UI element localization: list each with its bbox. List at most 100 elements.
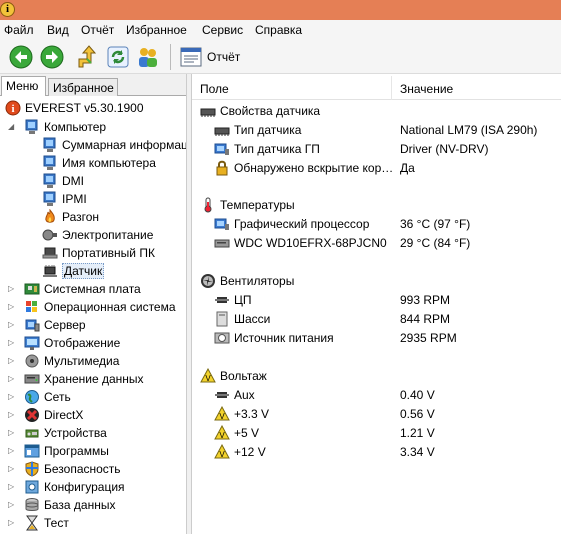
monitor-icon — [42, 137, 58, 153]
expand-arrow-icon[interactable]: ▷ — [8, 501, 16, 509]
tree-item-portable[interactable]: Портативный ПК — [42, 244, 155, 262]
menu-service[interactable]: Сервис — [202, 23, 243, 37]
table-row[interactable]: Aux 0.40 V — [214, 385, 561, 404]
field-value: 3.34 V — [400, 444, 435, 459]
tree-item-label: Мультимедиа — [44, 354, 120, 368]
chassis-icon — [214, 311, 230, 327]
report-button[interactable]: Отчёт — [180, 46, 240, 68]
table-row[interactable]: Шасси 844 RPM — [214, 309, 561, 328]
section-sensor-properties[interactable]: Свойства датчика — [200, 101, 320, 120]
tree-item-motherboard[interactable]: ▷ Системная плата — [8, 280, 141, 298]
refresh-icon[interactable] — [106, 45, 130, 69]
expand-arrow-icon[interactable]: ▷ — [8, 483, 16, 491]
report-label: Отчёт — [207, 50, 241, 64]
forward-arrow-icon[interactable] — [40, 45, 64, 69]
expand-arrow-icon[interactable]: ▷ — [8, 339, 16, 347]
tree-item-programs[interactable]: ▷ Программы — [8, 442, 109, 460]
up-arrow-icon[interactable] — [75, 45, 99, 69]
tree-item-os[interactable]: ▷ Операционная система — [8, 298, 176, 316]
tree-item-security[interactable]: ▷ Безопасность — [8, 460, 121, 478]
tree-item-directx[interactable]: ▷ DirectX — [8, 406, 83, 424]
tree-item-database[interactable]: ▷ База данных — [8, 496, 115, 514]
field-value: 29 °C (84 °F) — [400, 235, 471, 250]
back-arrow-icon[interactable] — [9, 45, 33, 69]
expand-arrow-icon[interactable]: ▷ — [8, 411, 16, 419]
menu-report[interactable]: Отчёт — [81, 23, 114, 37]
tree-item-overclock[interactable]: Разгон — [42, 208, 99, 226]
tree-item-network[interactable]: ▷ Сеть — [8, 388, 71, 406]
expand-arrow-icon[interactable]: ▷ — [8, 357, 16, 365]
field-value: National LM79 (ISA 290h) — [400, 122, 538, 137]
tree-item-computer-name[interactable]: Имя компьютера — [42, 154, 156, 172]
table-row[interactable]: Графический процессор 36 °C (97 °F) — [214, 214, 561, 233]
tree-item-label: Разгон — [62, 210, 100, 224]
table-row[interactable]: +12 V 3.34 V — [214, 442, 561, 461]
menu-file[interactable]: Файл — [4, 23, 34, 37]
tree-item-label: Суммарная информация — [62, 138, 186, 152]
tree-item-summary[interactable]: Суммарная информация — [42, 136, 186, 154]
tab-strip: Меню Избранное — [0, 74, 190, 97]
section-temperatures[interactable]: Температуры — [200, 195, 295, 214]
tree-item-label: Имя компьютера — [62, 156, 156, 170]
menu-view[interactable]: Вид — [47, 23, 69, 37]
tree-item-power[interactable]: Электропитание — [42, 226, 153, 244]
menu-help[interactable]: Справка — [255, 23, 302, 37]
expand-arrow-icon[interactable]: ▷ — [8, 321, 16, 329]
expand-arrow-icon[interactable]: ▷ — [8, 447, 16, 455]
expand-arrow-icon[interactable]: ▷ — [8, 285, 16, 293]
table-row[interactable]: Тип датчика ГП Driver (NV-DRV) — [214, 139, 561, 158]
gpu-monitor-icon — [214, 141, 230, 157]
table-row[interactable]: Обнаружено вскрытие корпуса Да — [214, 158, 561, 177]
table-row[interactable]: +5 V 1.21 V — [214, 423, 561, 442]
section-fans[interactable]: Вентиляторы — [200, 271, 294, 290]
collapse-arrow-icon[interactable]: ◢ — [8, 123, 16, 131]
column-value-header[interactable]: Значение — [400, 82, 453, 96]
app-info-icon[interactable]: i — [0, 2, 15, 17]
toolbar-separator — [170, 44, 171, 70]
tree-item-config[interactable]: ▷ Конфигурация — [8, 478, 125, 496]
tab-favorites[interactable]: Избранное — [48, 78, 118, 96]
field-value: 0.56 V — [400, 406, 435, 421]
tree-item-computer[interactable]: ◢ Компьютер — [8, 118, 106, 136]
expand-arrow-icon[interactable]: ▷ — [8, 429, 16, 437]
tab-menu[interactable]: Меню — [1, 76, 46, 97]
tree-item-devices[interactable]: ▷ Устройства — [8, 424, 107, 442]
section-title: Температуры — [220, 197, 295, 212]
table-row[interactable]: ЦП 993 RPM — [214, 290, 561, 309]
expand-arrow-icon[interactable]: ▷ — [8, 519, 16, 527]
expand-arrow-icon[interactable]: ▷ — [8, 393, 16, 401]
tree-item-dmi[interactable]: DMI — [42, 172, 84, 190]
tree-item-storage[interactable]: ▷ Хранение данных — [8, 370, 144, 388]
tree-root[interactable]: i EVEREST v5.30.1900 — [5, 99, 144, 117]
voltage-warning-icon — [214, 425, 230, 441]
tree-item-ipmi[interactable]: IPMI — [42, 190, 87, 208]
section-voltage[interactable]: Вольтаж — [200, 366, 267, 385]
table-row[interactable]: Источник питания 2935 RPM — [214, 328, 561, 347]
expand-arrow-icon[interactable]: ▷ — [8, 375, 16, 383]
cpu-icon — [214, 292, 230, 308]
tree-item-sensor[interactable]: Датчик — [42, 262, 105, 280]
tree-item-label: Отображение — [44, 336, 121, 350]
tree-item-label: Хранение данных — [44, 372, 144, 386]
tree-item-multimedia[interactable]: ▷ Мультимедиа — [8, 352, 119, 370]
field-label: WDC WD10EFRX-68PJCN0 — [234, 235, 387, 250]
expand-arrow-icon[interactable]: ▷ — [8, 303, 16, 311]
everest-info-icon: i — [5, 100, 21, 116]
tree-item-server[interactable]: ▷ Сервер — [8, 316, 86, 334]
field-label: +5 V — [234, 425, 260, 440]
sensor-chip-icon — [42, 263, 58, 279]
tree-item-test[interactable]: ▷ Тест — [8, 514, 69, 532]
tree-item-display[interactable]: ▷ Отображение — [8, 334, 120, 352]
tree-item-label: База данных — [44, 498, 116, 512]
table-row[interactable]: WDC WD10EFRX-68PJCN0 29 °C (84 °F) — [214, 233, 561, 252]
users-icon[interactable] — [136, 45, 160, 69]
expand-arrow-icon[interactable]: ▷ — [8, 465, 16, 473]
column-divider[interactable] — [391, 76, 392, 100]
table-row[interactable]: Тип датчика National LM79 (ISA 290h) — [214, 120, 561, 139]
svg-text:i: i — [11, 103, 14, 115]
server-icon — [24, 317, 40, 333]
menu-favorites[interactable]: Избранное — [126, 23, 187, 37]
column-field-header[interactable]: Поле — [200, 82, 229, 96]
table-row[interactable]: +3.3 V 0.56 V — [214, 404, 561, 423]
monitor-icon — [42, 173, 58, 189]
